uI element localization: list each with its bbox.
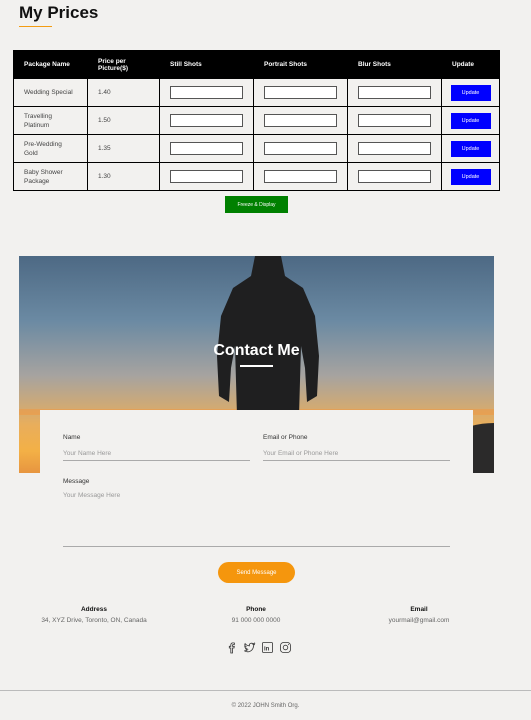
email-label: Email or Phone (263, 434, 308, 441)
send-message-button[interactable]: Send Message (218, 562, 295, 583)
package-name: Wedding Special (13, 78, 88, 107)
package-price: 1.35 (87, 134, 160, 163)
header-price: Price per Picture($) (87, 50, 160, 79)
still-shots-input[interactable] (170, 86, 243, 99)
footer-copyright: © 2022 JOHN Smith Org. (231, 703, 300, 709)
still-shots-input[interactable] (170, 142, 243, 155)
header-portrait-shots: Portrait Shots (253, 50, 348, 79)
freeze-display-button[interactable]: Freeze & Display (225, 196, 288, 213)
svg-text:in: in (264, 647, 270, 653)
header-update: Update (441, 50, 500, 79)
still-shots-input[interactable] (170, 170, 243, 183)
table-row: Wedding Special 1.40 Update (13, 78, 500, 107)
twitter-icon[interactable] (243, 641, 256, 654)
package-name: Pre-Wedding Gold (13, 134, 88, 163)
name-input[interactable] (63, 447, 250, 461)
name-label: Name (63, 434, 81, 441)
person-silhouette (217, 256, 319, 416)
header-still-shots: Still Shots (159, 50, 254, 79)
email-input[interactable] (263, 447, 450, 461)
instagram-icon[interactable] (279, 641, 292, 654)
message-input[interactable] (63, 492, 450, 547)
portrait-shots-input[interactable] (264, 86, 337, 99)
prices-table: Package Name Price per Picture($) Still … (13, 50, 500, 191)
package-price: 1.40 (87, 78, 160, 107)
portrait-shots-input[interactable] (264, 170, 337, 183)
update-button[interactable]: Update (450, 112, 491, 129)
table-header-row: Package Name Price per Picture($) Still … (13, 50, 500, 79)
blur-shots-input[interactable] (358, 86, 431, 99)
email-block: Email yourmail@gmail.com (379, 606, 459, 624)
package-name: Baby Shower Package (13, 162, 88, 191)
phone-heading: Phone (246, 606, 266, 613)
table-row: Baby Shower Package 1.30 Update (13, 162, 500, 191)
social-links: in (225, 641, 292, 654)
table-row: Pre-Wedding Gold 1.35 Update (13, 134, 500, 163)
still-shots-input[interactable] (170, 114, 243, 127)
package-price: 1.50 (87, 106, 160, 135)
table-row: Travelling Platinum 1.50 Update (13, 106, 500, 135)
portrait-shots-input[interactable] (264, 114, 337, 127)
update-button[interactable]: Update (450, 168, 491, 185)
update-button[interactable]: Update (450, 140, 491, 157)
contact-title-underline (240, 365, 273, 367)
blur-shots-input[interactable] (358, 170, 431, 183)
footer-divider (0, 690, 531, 691)
update-button[interactable]: Update (450, 84, 491, 101)
title-underline (19, 26, 52, 27)
address-heading: Address (80, 606, 107, 613)
message-label: Message (63, 478, 90, 485)
email-heading: Email (410, 606, 428, 613)
contact-title: Contact Me (213, 342, 300, 359)
address-value: 34, XYZ Drive, Toronto, ON, Canada (41, 617, 147, 624)
blur-shots-input[interactable] (358, 142, 431, 155)
contact-form: Name Email or Phone Message Send Message (40, 410, 473, 596)
phone-value: 91 000 000 0000 (231, 617, 281, 624)
header-blur-shots: Blur Shots (347, 50, 442, 79)
blur-shots-input[interactable] (358, 114, 431, 127)
facebook-icon[interactable] (225, 641, 238, 654)
email-value: yourmail@gmail.com (388, 617, 450, 624)
package-price: 1.30 (87, 162, 160, 191)
package-name: Travelling Platinum (13, 106, 88, 135)
address-block: Address 34, XYZ Drive, Toronto, ON, Cana… (30, 606, 158, 624)
portrait-shots-input[interactable] (264, 142, 337, 155)
linkedin-icon[interactable]: in (261, 641, 274, 654)
phone-block: Phone 91 000 000 0000 (216, 606, 296, 624)
page-title: My Prices (19, 3, 99, 22)
header-package-name: Package Name (13, 50, 88, 79)
